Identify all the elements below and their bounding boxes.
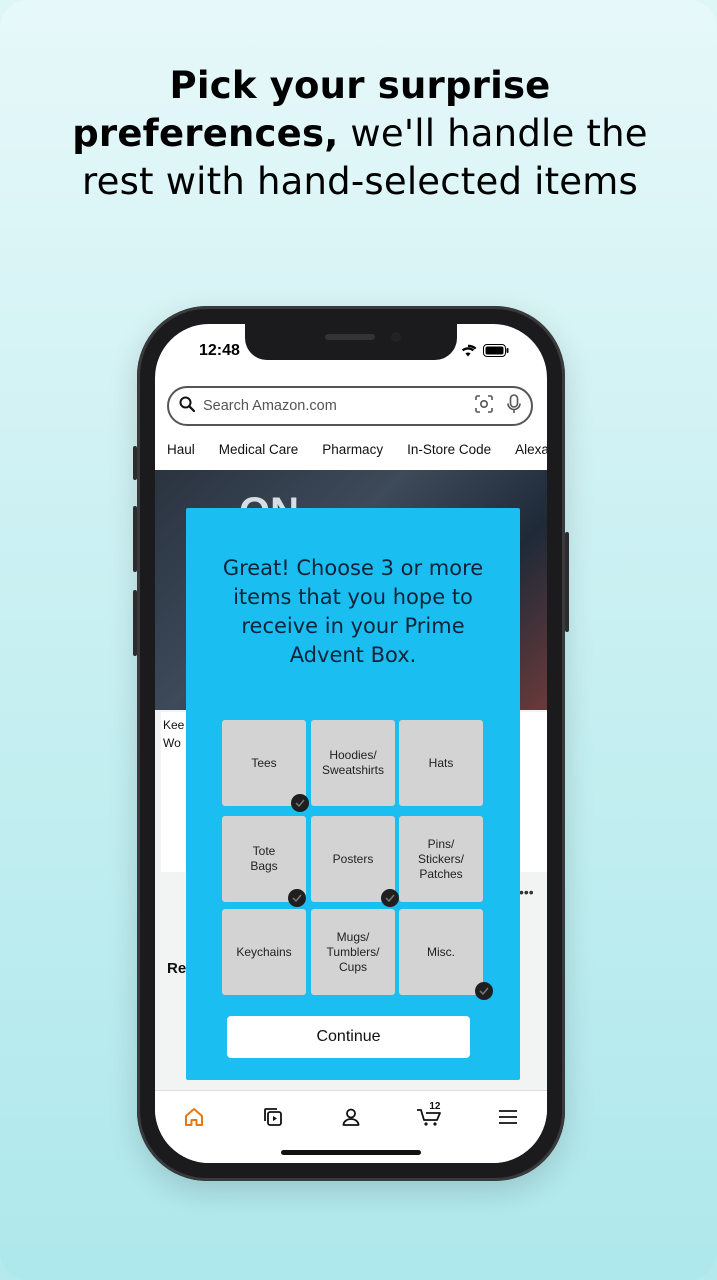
power-button (565, 532, 569, 632)
section-heading: Re (167, 960, 187, 977)
phone-mockup: 12:48 Search Amazon.com Haul Medical Car… (133, 306, 569, 1181)
tile-label: Mugs/ Tumblers/ Cups (326, 929, 380, 974)
menu-tab[interactable] (488, 1105, 528, 1133)
checkmark-icon (288, 889, 306, 907)
more-icon[interactable]: ••• (519, 884, 534, 900)
phone-screen: 12:48 Search Amazon.com Haul Medical Car… (155, 324, 547, 1163)
tile-label: Misc. (427, 944, 455, 959)
tile-label: Hoodies/ Sweatshirts (321, 748, 385, 777)
nav-link-alexa[interactable]: Alexa (515, 442, 547, 466)
category-nav: Haul Medical Care Pharmacy In-Store Code… (167, 442, 547, 466)
tile-hoodies-sweatshirts[interactable]: Hoodies/ Sweatshirts (311, 720, 395, 806)
microphone-icon[interactable] (507, 393, 521, 419)
tile-label: Posters (332, 851, 374, 866)
menu-icon (498, 1109, 517, 1129)
tile-label: Tote Bags (250, 844, 278, 873)
home-icon (184, 1107, 204, 1132)
promo-headline: Pick your surprise preferences, we'll ha… (60, 62, 660, 206)
tile-keychains[interactable]: Keychains (222, 909, 306, 995)
tile-tees[interactable]: Tees (222, 720, 306, 806)
tile-pins-stickers-patches[interactable]: Pins/ Stickers/ Patches (399, 816, 483, 902)
tile-posters[interactable]: Posters (311, 816, 395, 902)
nav-link-pharmacy[interactable]: Pharmacy (322, 442, 383, 466)
volume-down-button (133, 590, 137, 656)
tile-misc[interactable]: Misc. (399, 909, 483, 995)
home-tab[interactable] (174, 1105, 214, 1133)
wifi-icon (459, 344, 477, 362)
video-tab[interactable] (253, 1105, 293, 1133)
tile-hats[interactable]: Hats (399, 720, 483, 806)
status-time: 12:48 (199, 342, 240, 359)
checkmark-icon (291, 794, 309, 812)
nav-link-in-store-code[interactable]: In-Store Code (407, 442, 491, 466)
video-icon (263, 1107, 283, 1132)
camera-scan-icon[interactable] (475, 394, 493, 418)
checkmark-icon (475, 982, 493, 1000)
continue-button[interactable]: Continue (227, 1016, 470, 1058)
cart-count: 12 (429, 1101, 441, 1112)
preferences-modal: Great! Choose 3 or more items that you h… (186, 508, 520, 1080)
tile-label: Pins/ Stickers/ Patches (417, 836, 464, 881)
tile-label: Hats (428, 755, 454, 770)
account-icon (341, 1107, 361, 1132)
battery-icon (483, 344, 509, 362)
status-icons (459, 344, 509, 362)
tile-mugs-tumblers-cups[interactable]: Mugs/ Tumblers/ Cups (311, 909, 395, 995)
mute-switch (133, 446, 137, 480)
search-input[interactable]: Search Amazon.com (203, 398, 475, 414)
search-bar[interactable]: Search Amazon.com (167, 386, 533, 426)
tile-label: Tees (251, 755, 277, 770)
nav-link-medical-care[interactable]: Medical Care (219, 442, 299, 466)
nav-link-haul[interactable]: Haul (167, 442, 195, 466)
home-indicator[interactable] (281, 1150, 421, 1155)
search-icon (179, 396, 196, 417)
cart-tab[interactable]: 12 (409, 1101, 449, 1133)
tile-label: Keychains (236, 944, 292, 959)
account-tab[interactable] (331, 1105, 371, 1133)
checkmark-icon (381, 889, 399, 907)
promo-card: Pick your surprise preferences, we'll ha… (0, 0, 717, 1280)
notch (245, 324, 457, 360)
modal-title: Great! Choose 3 or more items that you h… (222, 556, 484, 667)
volume-up-button (133, 506, 137, 572)
